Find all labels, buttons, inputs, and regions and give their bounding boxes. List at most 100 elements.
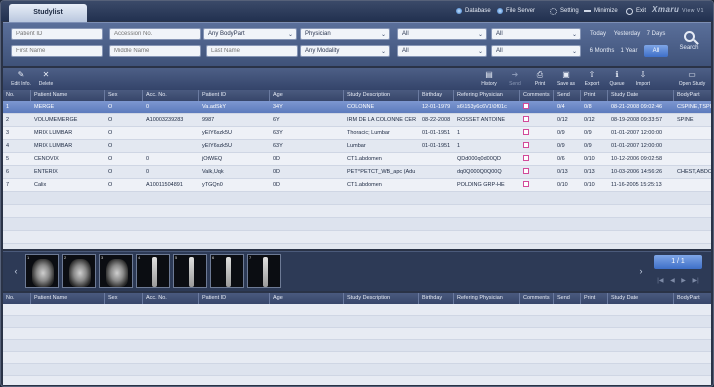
queue-button[interactable]: ℹ Queue [606, 70, 628, 88]
cell-print: 0/12 [584, 117, 595, 123]
xray-chest-image [32, 259, 54, 287]
col-send[interactable]: Send [554, 90, 581, 101]
date-today-button[interactable]: Today [587, 28, 609, 40]
cell-patient-name: MERGE [34, 104, 55, 110]
col-send[interactable]: Send [554, 293, 581, 304]
last-page-icon[interactable]: ▶| [693, 277, 699, 287]
comment-icon[interactable] [523, 103, 529, 110]
filter-select-3[interactable]: All ⌄ [397, 45, 487, 57]
edit-info-button[interactable]: ✎ Edit Info. [9, 70, 33, 88]
table-row[interactable]: 7 Calix O A10011504891 yTGQn0 0D CT1.abd… [3, 179, 711, 192]
setting-button[interactable]: Setting [550, 6, 579, 16]
search-icon [683, 31, 695, 42]
col-patient-id[interactable]: Patient ID [199, 293, 270, 304]
export-button[interactable]: ⇧ Export [581, 70, 603, 88]
save-as-button[interactable]: ▣ Save as [554, 70, 578, 88]
last-name-input[interactable] [206, 45, 298, 57]
delete-button[interactable]: ✕ Delete [35, 70, 57, 88]
col-bodypart[interactable]: BodyPart [674, 293, 711, 304]
send-button[interactable]: ➜ Send [504, 70, 526, 88]
comment-icon[interactable] [523, 116, 529, 123]
col-birthday[interactable]: Birthday [419, 90, 454, 101]
col-study-date[interactable]: Study Date [608, 293, 674, 304]
date-6months-button[interactable]: 6 Months [587, 45, 617, 57]
comment-icon[interactable] [523, 129, 529, 136]
filter-select-2[interactable]: All ⌄ [491, 28, 581, 40]
thumbnail[interactable]: 6 [210, 254, 244, 288]
table-row[interactable]: 4 MRIX LUMBAR O yEIY6szk5U 63Y Lumbar 01… [3, 140, 711, 153]
chevron-left-icon[interactable]: ‹ [11, 264, 21, 278]
import-button[interactable]: ⇩ Import [631, 70, 655, 88]
first-page-icon[interactable]: |◀ [657, 277, 663, 287]
col-patient-id[interactable]: Patient ID [199, 90, 270, 101]
tab-studylist[interactable]: Studylist [9, 4, 87, 22]
title-bar: Studylist Database File Server Setting M… [1, 1, 713, 22]
col-patient-name[interactable]: Patient Name [31, 293, 105, 304]
brand-logo: Xmaru View V1 [652, 5, 704, 14]
table-row[interactable]: 2 VOLUMEMERGE O A10003239283 9987 6Y IRM… [3, 114, 711, 127]
thumbnail[interactable]: 4 [136, 254, 170, 288]
col-comments[interactable]: Comments [520, 90, 554, 101]
modality-select[interactable]: Any Modality ⌄ [300, 45, 390, 57]
thumbnail[interactable]: 7 [247, 254, 281, 288]
comment-icon[interactable] [523, 181, 529, 188]
col-age[interactable]: Age [270, 90, 344, 101]
patient-id-input[interactable] [11, 28, 103, 40]
search-button[interactable]: Search [673, 29, 705, 59]
comment-icon[interactable] [523, 155, 529, 162]
col-study-description[interactable]: Study Description [344, 293, 419, 304]
col-print[interactable]: Print [581, 293, 608, 304]
history-button[interactable]: ▤ History [477, 70, 501, 88]
col-no[interactable]: No. [3, 293, 31, 304]
thumbnail[interactable]: 3 [99, 254, 133, 288]
filter-select-1[interactable]: All ⌄ [397, 28, 487, 40]
filter-select-4[interactable]: All ⌄ [491, 45, 581, 57]
col-birthday[interactable]: Birthday [419, 293, 454, 304]
middle-name-input[interactable] [109, 45, 201, 57]
col-acc-no[interactable]: Acc. No. [143, 293, 199, 304]
col-referring-physician[interactable]: Refering Physician [454, 90, 520, 101]
col-patient-name[interactable]: Patient Name [31, 90, 105, 101]
next-page-icon[interactable]: ▶ [681, 277, 686, 287]
col-study-date[interactable]: Study Date [608, 90, 674, 101]
date-1year-button[interactable]: 1 Year [619, 45, 639, 57]
date-yesterday-button[interactable]: Yesterday [612, 28, 642, 40]
thumbnail[interactable]: 1 [25, 254, 59, 288]
table-row[interactable]: 1 MERGE O 0 Va.adSkY 34Y COLONNE 12-01-1… [3, 101, 711, 114]
col-acc-no[interactable]: Acc. No. [143, 90, 199, 101]
col-sex[interactable]: Sex [105, 293, 143, 304]
database-option[interactable]: Database [456, 6, 491, 16]
print-button[interactable]: ⎙ Print [529, 70, 551, 88]
cell-sex: O [108, 169, 113, 175]
first-name-input[interactable] [11, 45, 103, 57]
thumbnail[interactable]: 2 [62, 254, 96, 288]
chevron-down-icon: ⌄ [380, 32, 386, 38]
date-7days-button[interactable]: 7 Days [645, 28, 667, 40]
chevron-right-icon[interactable]: › [636, 264, 646, 278]
date-all-button[interactable]: All [644, 45, 668, 57]
col-study-description[interactable]: Study Description [344, 90, 419, 101]
thumbnail-number: 7 [249, 255, 252, 260]
comment-icon[interactable] [523, 168, 529, 175]
col-print[interactable]: Print [581, 90, 608, 101]
col-comments[interactable]: Comments [520, 293, 554, 304]
table-row[interactable]: 6 ENTERIX O 0 Valk,Uqk 0D PET^PETCT_WB_a… [3, 166, 711, 179]
accession-no-input[interactable] [109, 28, 201, 40]
col-bodypart[interactable]: BodyPart [674, 90, 711, 101]
col-referring-physician[interactable]: Refering Physician [454, 293, 520, 304]
col-age[interactable]: Age [270, 293, 344, 304]
bodypart-select[interactable]: Any BodyPart ⌄ [203, 28, 297, 40]
open-study-button[interactable]: ▭ Open Study [677, 70, 707, 88]
cell-referring-physician: dq0Q000Q0Q00Q [457, 169, 502, 175]
col-no[interactable]: No. [3, 90, 31, 101]
file-server-option[interactable]: File Server [497, 6, 535, 16]
thumbnail[interactable]: 5 [173, 254, 207, 288]
minimize-button[interactable]: Minimize [584, 6, 618, 16]
prev-page-icon[interactable]: ◀ [670, 277, 675, 287]
table-row[interactable]: 3 MRIX LUMBAR O yEIY6szk5U 63Y Thoracic;… [3, 127, 711, 140]
table-row[interactable]: 5 CENOVIX O 0 jOtWEQ 0D CT1.abdomen QDd0… [3, 153, 711, 166]
physician-select[interactable]: Physician ⌄ [300, 28, 390, 40]
col-sex[interactable]: Sex [105, 90, 143, 101]
comment-icon[interactable] [523, 142, 529, 149]
exit-button[interactable]: Exit [626, 6, 646, 16]
